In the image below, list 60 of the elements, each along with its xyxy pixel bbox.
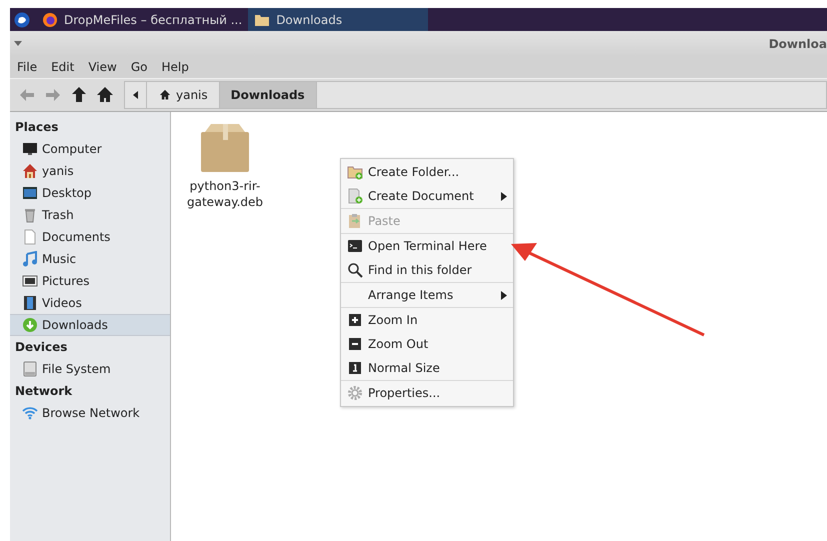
browser-icon <box>42 12 58 28</box>
gear-icon <box>347 385 363 401</box>
menu-item[interactable]: File <box>10 60 44 74</box>
sidebar-item[interactable]: yanis <box>10 160 170 182</box>
sidebar-item[interactable]: Browse Network <box>10 402 170 424</box>
sidebar-heading: Places <box>14 119 60 136</box>
taskbar-button[interactable]: Downloads <box>248 8 428 31</box>
sidebar-item[interactable]: File System <box>10 358 170 380</box>
one-icon <box>347 360 363 376</box>
menu-item[interactable]: Normal Size <box>341 356 513 380</box>
menu-item[interactable]: Arrange Items <box>341 283 513 307</box>
menu-item[interactable]: Open Terminal Here <box>341 234 513 258</box>
sidebar-item[interactable]: Desktop <box>10 182 170 204</box>
dropdown-icon[interactable] <box>14 40 22 46</box>
film-icon <box>22 295 38 311</box>
home-icon <box>158 88 172 102</box>
trash-icon <box>22 207 38 223</box>
terminal-icon <box>347 238 363 254</box>
plus-icon <box>347 312 363 328</box>
music-note-icon <box>22 251 38 267</box>
menu-item[interactable]: Create Folder... <box>341 160 513 184</box>
file-name[interactable]: python3-rir-gateway.deb <box>181 178 269 210</box>
picture-icon <box>22 273 38 289</box>
desktop-icon <box>22 185 38 201</box>
folder-plus-icon <box>347 164 363 180</box>
drive-icon <box>22 361 38 377</box>
submenu-arrow-icon <box>501 290 507 300</box>
menu-item[interactable]: Edit <box>44 60 82 74</box>
document-icon <box>22 229 38 245</box>
taskbar-button[interactable]: DropMeFiles – бесплатный ... <box>36 8 248 31</box>
sidebar-item[interactable]: Videos <box>10 292 170 314</box>
menu-item[interactable]: Help <box>154 60 196 74</box>
menu-item[interactable]: Find in this folder <box>341 258 513 282</box>
house-icon <box>22 163 38 179</box>
menu-item[interactable]: Zoom In <box>341 308 513 332</box>
minus-icon <box>347 336 363 352</box>
submenu-arrow-icon <box>501 192 507 200</box>
sidebar-item[interactable]: Pictures <box>10 270 170 292</box>
sidebar-item[interactable]: Computer <box>10 138 170 160</box>
sidebar-item[interactable]: Trash <box>10 204 170 226</box>
sidebar-heading: Network <box>14 383 74 400</box>
window-title: Downloa <box>768 36 827 50</box>
caret-icon <box>132 91 138 99</box>
menu-item[interactable]: View <box>81 60 124 74</box>
app-menu-icon[interactable] <box>14 12 30 28</box>
clipboard-icon <box>347 213 363 229</box>
breadcrumb-button[interactable]: Downloads <box>220 82 317 108</box>
menu-item[interactable]: Zoom Out <box>341 332 513 356</box>
document-plus-icon <box>347 188 363 204</box>
sidebar-item[interactable]: Music <box>10 248 170 270</box>
search-icon <box>347 262 363 278</box>
menu-item[interactable]: Properties... <box>341 381 513 405</box>
monitor-icon <box>22 141 38 157</box>
download-icon <box>22 317 38 333</box>
sidebar-item[interactable]: Downloads <box>10 314 170 336</box>
sidebar-heading: Devices <box>14 339 68 356</box>
sidebar-item[interactable]: Documents <box>10 226 170 248</box>
menu-item[interactable]: Create Document <box>341 184 513 208</box>
wifi-icon <box>22 405 38 421</box>
menu-item[interactable]: Go <box>124 60 154 74</box>
